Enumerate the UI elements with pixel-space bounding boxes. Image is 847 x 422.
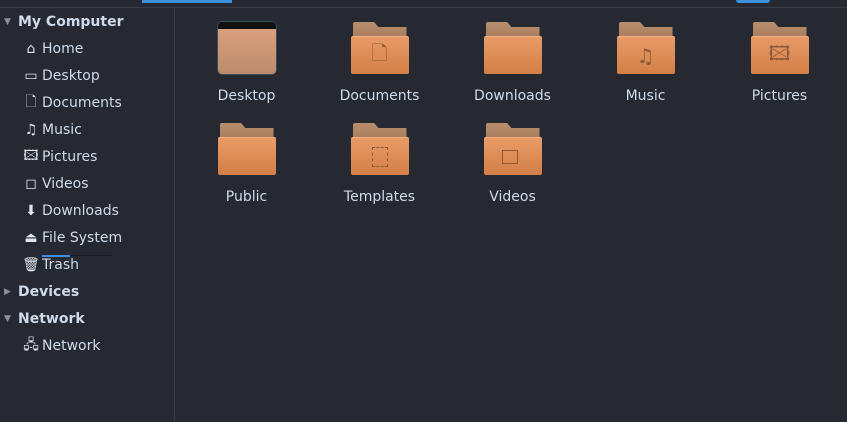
chevron-down-icon[interactable]: ▼ [4, 17, 18, 27]
folder-label: Public [225, 189, 268, 205]
download-icon: ⬇ [25, 202, 37, 219]
section-label: Network [18, 310, 85, 327]
section-devices[interactable]: ▶ Devices [4, 278, 79, 305]
template-icon [350, 137, 409, 175]
folder-icon [350, 123, 409, 175]
pictures-icon: 🖾 [23, 147, 39, 164]
network-icon: 🖧 [23, 336, 39, 353]
sidebar-item-label: Downloads [42, 202, 119, 219]
folder-label: Downloads [474, 88, 551, 104]
active-tab-indicator[interactable] [142, 0, 232, 3]
folder-label: Pictures [751, 88, 808, 104]
home-icon: ⌂ [26, 40, 36, 57]
sidebar-item-home[interactable]: ⌂ Home [20, 35, 84, 62]
sidebar-item-file-system[interactable]: ⏏ File System [20, 224, 122, 251]
sidebar-item-label: Music [42, 121, 82, 138]
chevron-down-icon[interactable]: ▼ [4, 314, 18, 324]
folder-label: Templates [343, 189, 416, 205]
sidebar-item-label: Desktop [42, 67, 100, 84]
folder-downloads[interactable]: Downloads [446, 8, 579, 108]
desktop-icon: ▭ [24, 67, 38, 84]
sidebar-item-network[interactable]: 🖧 Network [20, 332, 100, 359]
document-icon: 🗋 [25, 93, 37, 110]
sidebar-item-label: Network [42, 337, 101, 354]
folder-documents[interactable]: 🗋 Documents [313, 8, 446, 108]
folder-icon: 🖾 [750, 22, 809, 74]
folder-music[interactable]: ♫ Music [579, 8, 712, 108]
sidebar-item-documents[interactable]: 🗋 Documents [20, 89, 122, 116]
folder-icon: 🗋 [350, 22, 409, 74]
folder-label: Music [625, 88, 666, 104]
folder-label: Videos [489, 189, 536, 205]
desktop-folder-icon [217, 22, 276, 74]
sidebar-item-label: Pictures [42, 148, 98, 165]
sidebar-item-desktop[interactable]: ▭ Desktop [20, 62, 100, 89]
drive-icon: ⏏ [24, 229, 38, 246]
section-label: My Computer [18, 13, 124, 30]
sidebar-item-label: Videos [42, 175, 89, 192]
sidebar-item-label: File System [42, 229, 123, 246]
folder-label: Desktop [217, 88, 276, 104]
sidebar-item-trash[interactable]: 🗑 Trash [20, 251, 79, 278]
section-label: Devices [18, 283, 80, 300]
chevron-right-icon[interactable]: ▶ [4, 287, 18, 297]
video-icon [483, 137, 542, 175]
folder-videos[interactable]: Videos [446, 109, 579, 209]
pictures-icon: 🖾 [750, 36, 809, 74]
sidebar-item-downloads[interactable]: ⬇ Downloads [20, 197, 119, 224]
folder-icon [483, 123, 542, 175]
sidebar: ▼ My Computer ⌂ Home ▭ Desktop 🗋 Documents ♫… [0, 8, 175, 422]
music-icon: ♫ [616, 36, 675, 74]
video-icon: ◻ [25, 175, 37, 192]
sidebar-item-label: Documents [42, 94, 122, 111]
music-icon: ♫ [24, 121, 38, 138]
sidebar-item-label: Home [42, 40, 84, 57]
folder-icon: ♫ [616, 22, 675, 74]
sidebar-item-videos[interactable]: ◻ Videos [20, 170, 89, 197]
folder-desktop[interactable]: Desktop [180, 8, 313, 108]
folder-templates[interactable]: Templates [313, 109, 446, 209]
document-icon: 🗋 [350, 36, 409, 74]
sidebar-item-label: Trash [42, 256, 79, 273]
section-network[interactable]: ▼ Network [4, 305, 85, 332]
folder-label: Documents [339, 88, 420, 104]
folder-icon [483, 22, 542, 74]
trash-icon: 🗑 [22, 256, 40, 273]
folder-pictures[interactable]: 🖾 Pictures [713, 8, 846, 108]
folder-icon [217, 123, 276, 175]
section-my-computer[interactable]: ▼ My Computer [4, 8, 124, 35]
sidebar-item-pictures[interactable]: 🖾 Pictures [20, 143, 97, 170]
sidebar-item-music[interactable]: ♫ Music [20, 116, 82, 143]
toolbar-button[interactable] [736, 0, 770, 3]
folder-public[interactable]: Public [180, 109, 313, 209]
